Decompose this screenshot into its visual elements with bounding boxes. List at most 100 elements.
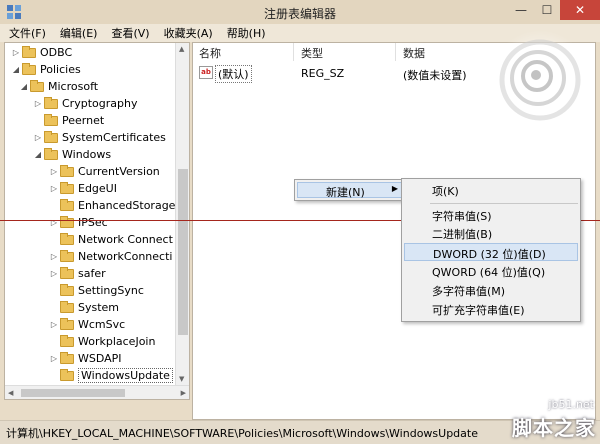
menu-item-new[interactable]: 新建(N) ▶ [297, 182, 404, 199]
tree-item[interactable]: Peernet [33, 112, 104, 129]
menu-help[interactable]: 帮助(H) [218, 24, 271, 42]
tree-item[interactable]: SettingSync [49, 282, 144, 299]
maximize-button[interactable]: ☐ [534, 0, 560, 20]
expanded-arrow-icon[interactable]: ◢ [33, 150, 43, 159]
tree-item[interactable]: WorkplaceJoin [49, 333, 155, 350]
maximize-icon: ☐ [541, 3, 553, 17]
tree-item[interactable]: System [49, 299, 119, 316]
submenu-item-binary[interactable]: 二进制值(B) [404, 224, 578, 242]
tree-item[interactable]: ▷ safer [49, 265, 106, 282]
minimize-icon: — [515, 3, 527, 17]
folder-icon [60, 351, 74, 364]
close-icon: ✕ [574, 3, 586, 17]
column-header-name[interactable]: 名称 [199, 45, 221, 61]
expanded-arrow-icon[interactable]: ◢ [19, 82, 29, 91]
menu-file[interactable]: 文件(F) [0, 24, 51, 42]
scroll-down-icon[interactable]: ▼ [179, 375, 184, 383]
column-header-type[interactable]: 类型 [301, 45, 323, 61]
tree-item-label: System [78, 301, 120, 314]
expanded-arrow-icon[interactable]: ◢ [11, 65, 21, 74]
column-header-data[interactable]: 数据 [403, 45, 425, 61]
collapsed-arrow-icon[interactable]: ▷ [49, 184, 59, 193]
tree-item-label: SystemCertificates [62, 131, 166, 144]
folder-icon [60, 198, 74, 211]
tree-item[interactable]: ◢ Microsoft [19, 78, 98, 95]
minimize-button[interactable]: — [508, 0, 534, 20]
submenu-item-multi-string[interactable]: 多字符串值(M) [404, 281, 578, 299]
menu-favorites[interactable]: 收藏夹(A) [155, 24, 218, 42]
submenu-item-label: 字符串值(S) [432, 210, 492, 223]
tree-item[interactable]: WindowsUpdate [49, 367, 173, 384]
submenu-arrow-icon: ▶ [391, 184, 398, 193]
tree-item[interactable]: Network Connect [49, 231, 173, 248]
scroll-left-icon[interactable]: ◀ [8, 389, 13, 397]
tree-item-label: WindowsUpdate [78, 368, 173, 383]
tree-item[interactable]: ▷ ODBC [11, 44, 72, 61]
tree-item[interactable]: ◢ Windows [33, 146, 111, 163]
tree-item[interactable]: ▷ NetworkConnecti [49, 248, 172, 265]
collapsed-arrow-icon[interactable]: ▷ [11, 48, 21, 57]
submenu-item-key[interactable]: 项(K) [404, 181, 578, 199]
folder-icon [44, 130, 58, 143]
scroll-right-icon[interactable]: ▶ [181, 389, 186, 397]
context-menu: 新建(N) ▶ [294, 179, 407, 201]
folder-icon [22, 62, 36, 75]
tree-item[interactable]: ▷ IPSec [49, 214, 108, 231]
tree-item[interactable]: ▷ Cryptography [33, 95, 137, 112]
watermark-site: jb51.net [548, 398, 594, 411]
folder-icon [60, 334, 74, 347]
tree-item[interactable]: EnhancedStorage [49, 197, 175, 214]
tree-item[interactable]: ▷ EdgeUI [49, 180, 117, 197]
tree-horizontal-scroll-thumb[interactable] [21, 389, 125, 397]
tree-item-label: IPSec [78, 216, 108, 229]
column-separator[interactable] [395, 43, 396, 61]
collapsed-arrow-icon[interactable]: ▷ [33, 133, 43, 142]
title-bar: 注册表编辑器 — ☐ ✕ [0, 0, 600, 24]
submenu-item-label: 多字符串值(M) [432, 285, 506, 298]
tree-item[interactable]: ▷ CurrentVersion [49, 163, 160, 180]
collapsed-arrow-icon[interactable]: ▷ [33, 99, 43, 108]
value-name[interactable]: (默认) [215, 65, 252, 83]
tree-item-label: Policies [40, 63, 81, 76]
tree-item-label: CurrentVersion [78, 165, 160, 178]
registry-tree[interactable]: ▷Windows NTWindowsUpdate▷WSDAPIWorkplace… [4, 42, 190, 400]
submenu-separator [430, 203, 578, 204]
collapsed-arrow-icon[interactable]: ▷ [49, 167, 59, 176]
tree-item[interactable]: ▷ WcmSvc [49, 316, 125, 333]
submenu-item-expandable-string[interactable]: 可扩充字符串值(E) [404, 300, 578, 318]
collapsed-arrow-icon[interactable]: ▷ [49, 269, 59, 278]
folder-icon [44, 147, 58, 160]
collapsed-arrow-icon[interactable]: ▷ [49, 252, 59, 261]
folder-icon [30, 79, 44, 92]
folder-icon [60, 181, 74, 194]
collapsed-arrow-icon[interactable]: ▷ [49, 320, 59, 329]
value-type: REG_SZ [301, 67, 345, 80]
collapsed-arrow-icon[interactable]: ▷ [49, 354, 59, 363]
column-separator[interactable] [293, 43, 294, 61]
submenu-item-label: QWORD (64 位)值(Q) [432, 266, 546, 279]
menu-item-new-label: 新建(N) [326, 186, 365, 199]
tree-item-label: Windows [62, 148, 112, 161]
tree-item[interactable]: ▷ SystemCertificates [33, 129, 166, 146]
tree-vertical-scrollbar[interactable]: ▲ ▼ [175, 43, 189, 385]
folder-icon [22, 45, 36, 58]
tree-item[interactable]: ▷ WSDAPI [49, 350, 122, 367]
menu-edit[interactable]: 编辑(E) [51, 24, 103, 42]
menu-view[interactable]: 查看(V) [102, 24, 154, 42]
tree-vertical-scroll-thumb[interactable] [178, 169, 188, 335]
tree-item-label: NetworkConnecti [78, 250, 173, 263]
folder-icon [60, 368, 74, 381]
submenu-item-dword[interactable]: DWORD (32 位)值(D) [404, 243, 578, 261]
close-button[interactable]: ✕ [560, 0, 600, 20]
tree-item-label: Network Connect [78, 233, 173, 246]
tree-item-label: safer [78, 267, 106, 280]
tree-horizontal-scrollbar[interactable]: ◀ ▶ [5, 385, 189, 399]
folder-icon [60, 232, 74, 245]
tree-item[interactable]: ◢ Policies [11, 61, 81, 78]
scroll-up-icon[interactable]: ▲ [179, 45, 184, 53]
tree-item-label: SettingSync [78, 284, 144, 297]
submenu-item-string[interactable]: 字符串值(S) [404, 206, 578, 224]
tree-item-label: WorkplaceJoin [78, 335, 156, 348]
submenu-item-qword[interactable]: QWORD (64 位)值(Q) [404, 262, 578, 280]
status-path: 计算机\HKEY_LOCAL_MACHINE\SOFTWARE\Policies… [6, 427, 478, 440]
